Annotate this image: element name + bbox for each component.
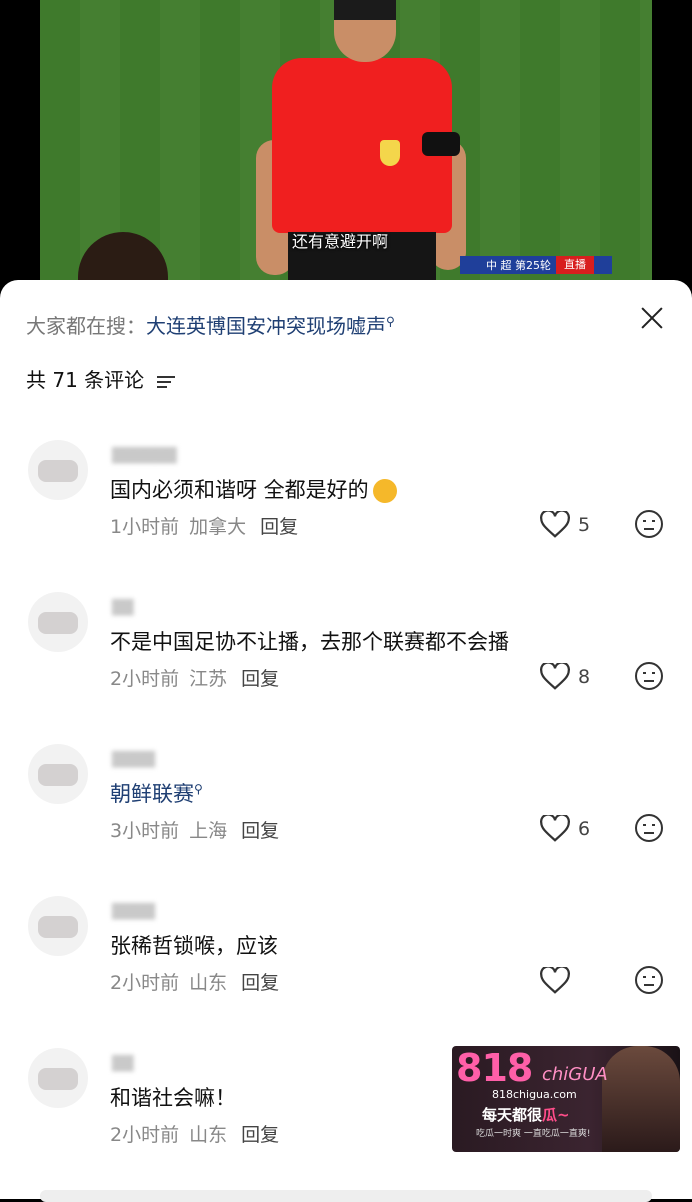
like-count: 5	[578, 514, 591, 536]
comment-count: 共 71 条评论	[26, 368, 145, 392]
dislike-icon[interactable]	[633, 812, 665, 844]
comment-count-row[interactable]: 共 71 条评论	[26, 364, 175, 393]
like-button[interactable]: 6	[540, 814, 590, 844]
search-icon: ⚲	[194, 782, 203, 796]
comment-item: ██ 不是中国足协不让播，去那个联赛都不会播 2小时前 江苏 回复 8	[0, 592, 692, 732]
avatar[interactable]	[28, 592, 88, 652]
search-prefix: 大家都在搜：	[26, 314, 146, 338]
comment-text: 张稀哲锁喉，应该	[110, 934, 278, 958]
trending-search[interactable]: 大家都在搜：大连英博国安冲突现场嘘声⚲	[26, 310, 395, 339]
video-player[interactable]: 还有意避开啊 中 超 第25轮 直播	[0, 0, 692, 300]
reply-button[interactable]: 回复	[241, 668, 279, 690]
like-button[interactable]: 5	[540, 510, 590, 540]
username-blurred: ██████	[112, 448, 177, 464]
referee-figure	[256, 0, 466, 300]
comment-item: ████ 张稀哲锁喉，应该 2小时前 山东 回复	[0, 896, 692, 1036]
heart-icon	[540, 663, 570, 690]
heart-icon	[540, 967, 570, 994]
filter-icon[interactable]	[156, 375, 175, 389]
ad-brand-suffix: chiGUA	[542, 1064, 608, 1085]
comment-input-bar[interactable]	[40, 1190, 652, 1202]
dislike-icon[interactable]	[633, 660, 665, 692]
heart-icon	[540, 511, 570, 538]
comment-item: ████ 朝鲜联赛⚲ 3小时前 上海 回复 6	[0, 744, 692, 884]
comment-meta: 2小时前 山东 回复	[110, 972, 280, 994]
avatar[interactable]	[28, 1048, 88, 1108]
dislike-icon[interactable]	[633, 964, 665, 996]
comment-text: 和谐社会嘛！	[110, 1086, 236, 1110]
username-blurred: ████	[112, 904, 156, 920]
live-badge: 直播	[556, 256, 594, 274]
like-button[interactable]	[540, 966, 578, 996]
ad-brand: 818	[456, 1046, 533, 1090]
reply-button[interactable]: 回复	[241, 820, 279, 842]
ok-hand-emoji-icon	[372, 479, 397, 503]
like-count: 8	[578, 666, 591, 688]
comment-meta: 1小时前 加拿大 回复	[110, 516, 299, 538]
ad-domain: 818chigua.com	[492, 1088, 577, 1101]
avatar[interactable]	[28, 440, 88, 500]
comment-meta: 2小时前 山东 回复	[110, 1124, 280, 1146]
avatar[interactable]	[28, 744, 88, 804]
username-blurred: ██	[112, 600, 134, 616]
like-button[interactable]: 8	[540, 662, 590, 692]
comment-item: ██████ 国内必须和谐呀 全都是好的 1小时前 加拿大 回复 5	[0, 440, 692, 580]
comment-text: 国内必须和谐呀 全都是好的	[110, 474, 397, 504]
comment-meta: 2小时前 江苏 回复	[110, 668, 280, 690]
search-icon: ⚲	[386, 314, 395, 329]
ad-model-image	[602, 1046, 680, 1152]
heart-icon	[540, 815, 570, 842]
reply-button[interactable]: 回复	[260, 516, 298, 538]
comment-meta: 3小时前 上海 回复	[110, 820, 280, 842]
reply-button[interactable]: 回复	[241, 972, 279, 994]
referee-badge-icon	[380, 140, 400, 166]
watermark-ad-banner[interactable]: 818 chiGUA 818chigua.com 每天都很瓜~ 吃瓜一时爽 一直…	[452, 1046, 680, 1152]
reply-button[interactable]: 回复	[241, 1124, 279, 1146]
like-count: 6	[578, 818, 591, 840]
score-bar: 中 超 第25轮 直播	[460, 256, 612, 274]
ad-slogan: 每天都很瓜~	[482, 1106, 570, 1124]
comment-search-link[interactable]: 朝鲜联赛⚲	[110, 778, 203, 808]
close-icon[interactable]	[636, 302, 668, 334]
comment-text: 不是中国足协不让播，去那个联赛都不会播	[110, 630, 509, 654]
search-term-link[interactable]: 大连英博国安冲突现场嘘声	[146, 314, 386, 338]
dislike-icon[interactable]	[633, 508, 665, 540]
username-blurred: ██	[112, 1056, 134, 1072]
avatar[interactable]	[28, 896, 88, 956]
username-blurred: ████	[112, 752, 156, 768]
video-subtitle: 还有意避开啊	[292, 232, 389, 251]
league-label: 中 超 第25轮	[486, 259, 551, 272]
ad-tagline: 吃瓜一时爽 一直吃瓜一直爽!	[476, 1129, 591, 1139]
